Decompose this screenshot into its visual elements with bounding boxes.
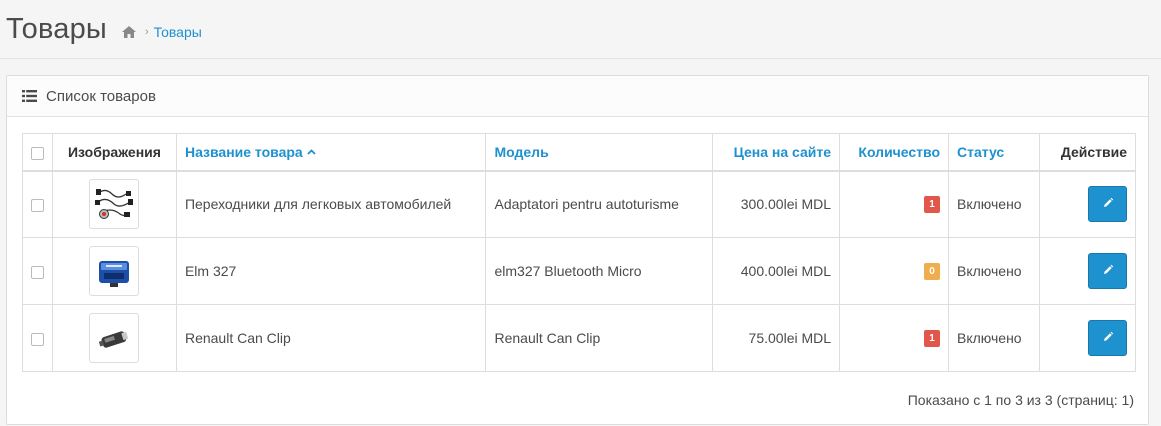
breadcrumb: › Товары [121,24,202,40]
product-name: Elm 327 [175,237,487,305]
list-icon [22,90,37,102]
product-image-cell [52,237,177,305]
table-row: Elm 327 elm327 Bluetooth Micro 400.00lei… [22,237,1137,305]
cable-adapters-thumbnail[interactable] [89,179,140,230]
product-price: 400.00lei MDL [712,237,841,305]
column-header-name[interactable]: Название товара [175,133,487,172]
can-clip-device-thumbnail[interactable] [89,313,140,363]
action-cell [1038,170,1137,238]
product-price: 75.00lei MDL [712,304,841,372]
pencil-icon [1102,263,1114,279]
product-price: 300.00lei MDL [712,170,841,238]
caret-up-icon [303,144,317,160]
product-model: elm327 Bluetooth Micro [485,237,714,305]
row-select-cell [22,304,53,372]
edit-button[interactable] [1088,320,1127,356]
row-checkbox[interactable] [31,332,44,346]
pencil-icon [1102,330,1114,346]
product-name: Переходники для легковых автомобилей [175,170,487,238]
product-name: Renault Can Clip [175,304,487,372]
product-quantity-cell: 1 [839,304,950,372]
pencil-icon [1102,196,1114,212]
column-header-quantity[interactable]: Количество [839,133,950,172]
pagination-summary: Показано с 1 по 3 из 3 (страниц: 1) [907,392,1134,408]
column-header-name-label[interactable]: Название товара [185,144,303,160]
edit-button[interactable] [1088,186,1127,223]
elm327-device-thumbnail[interactable] [89,246,140,296]
product-status: Включено [948,237,1040,305]
row-checkbox[interactable] [31,265,44,279]
row-select-cell [22,237,53,305]
product-quantity-cell: 0 [839,237,950,305]
column-header-price[interactable]: Цена на сайте [712,133,841,172]
product-model: Renault Can Clip [485,304,714,372]
table-header-row: Изображения Название товара Модель Цена … [22,133,1137,172]
row-select-cell [22,170,53,238]
product-model: Adaptatori pentru autoturisme [485,170,714,238]
breadcrumb-link-products[interactable]: Товары [154,24,202,40]
table-row: Переходники для легковых автомобилей Ada… [22,170,1137,238]
product-image-cell [52,170,177,238]
products-table: Изображения Название товара Модель Цена … [22,133,1137,372]
select-all-checkbox[interactable] [31,146,44,160]
home-icon[interactable] [121,25,137,39]
page-header: Товары › Товары [0,0,1161,59]
select-all-cell [22,133,53,172]
edit-button[interactable] [1088,253,1127,289]
column-header-image: Изображения [52,133,177,172]
table-row: Renault Can Clip Renault Can Clip 75.00l… [22,304,1137,372]
column-header-model[interactable]: Модель [485,133,714,172]
product-quantity-cell: 1 [839,170,950,238]
quantity-badge: 1 [924,196,941,214]
product-status: Включено [948,170,1040,238]
breadcrumb-separator: › [144,26,149,38]
action-cell [1038,304,1137,372]
action-cell [1038,237,1137,305]
panel-heading: Список товаров [7,76,1148,117]
row-checkbox[interactable] [31,199,44,213]
column-header-action: Действие [1038,133,1137,172]
products-panel: Список товаров Изображения Название това… [6,75,1149,425]
column-header-status[interactable]: Статус [948,133,1040,172]
quantity-badge: 1 [924,329,941,347]
panel-title: Список товаров [46,87,156,105]
page-title: Товары [6,12,107,45]
product-image-cell [52,304,177,372]
product-status: Включено [948,304,1040,372]
quantity-badge: 0 [924,262,941,280]
